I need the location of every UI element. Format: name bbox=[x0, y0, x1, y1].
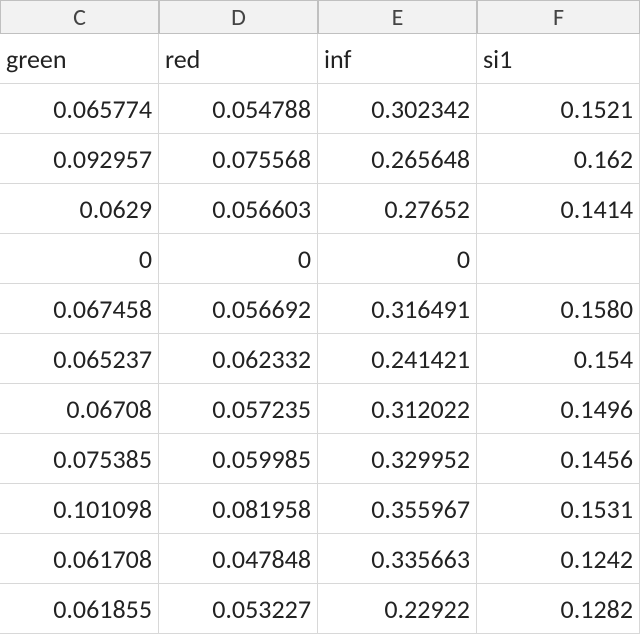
cell-C9[interactable]: 0.075385 bbox=[0, 434, 159, 484]
cell-C5[interactable]: 0 bbox=[0, 234, 159, 284]
cell-E12[interactable]: 0.22922 bbox=[318, 584, 477, 634]
cell-E10[interactable]: 0.355967 bbox=[318, 484, 477, 534]
cell-C3[interactable]: 0.092957 bbox=[0, 134, 159, 184]
column-header-E[interactable]: E bbox=[318, 0, 477, 34]
cell-E6[interactable]: 0.316491 bbox=[318, 284, 477, 334]
cell-F6[interactable]: 0.1580 bbox=[477, 284, 640, 334]
cell-D6[interactable]: 0.056692 bbox=[159, 284, 318, 334]
cell-D8[interactable]: 0.057235 bbox=[159, 384, 318, 434]
cell-D10[interactable]: 0.081958 bbox=[159, 484, 318, 534]
cell-D2[interactable]: 0.054788 bbox=[159, 84, 318, 134]
cell-E2[interactable]: 0.302342 bbox=[318, 84, 477, 134]
cell-F2[interactable]: 0.1521 bbox=[477, 84, 640, 134]
cell-D4[interactable]: 0.056603 bbox=[159, 184, 318, 234]
cell-F12[interactable]: 0.1282 bbox=[477, 584, 640, 634]
cell-F1[interactable]: si1 bbox=[477, 34, 640, 84]
cell-D3[interactable]: 0.075568 bbox=[159, 134, 318, 184]
cell-E8[interactable]: 0.312022 bbox=[318, 384, 477, 434]
cell-C7[interactable]: 0.065237 bbox=[0, 334, 159, 384]
column-header-F[interactable]: F bbox=[477, 0, 640, 34]
cell-C2[interactable]: 0.065774 bbox=[0, 84, 159, 134]
cell-F11[interactable]: 0.1242 bbox=[477, 534, 640, 584]
cell-E5[interactable]: 0 bbox=[318, 234, 477, 284]
cell-F7[interactable]: 0.154 bbox=[477, 334, 640, 384]
cell-D12[interactable]: 0.053227 bbox=[159, 584, 318, 634]
cell-D9[interactable]: 0.059985 bbox=[159, 434, 318, 484]
cell-C8[interactable]: 0.06708 bbox=[0, 384, 159, 434]
cell-E3[interactable]: 0.265648 bbox=[318, 134, 477, 184]
cell-C12[interactable]: 0.061855 bbox=[0, 584, 159, 634]
cell-F8[interactable]: 0.1496 bbox=[477, 384, 640, 434]
cell-F10[interactable]: 0.1531 bbox=[477, 484, 640, 534]
cell-E4[interactable]: 0.27652 bbox=[318, 184, 477, 234]
cell-E11[interactable]: 0.335663 bbox=[318, 534, 477, 584]
cell-E7[interactable]: 0.241421 bbox=[318, 334, 477, 384]
cell-E9[interactable]: 0.329952 bbox=[318, 434, 477, 484]
cell-C10[interactable]: 0.101098 bbox=[0, 484, 159, 534]
cell-F9[interactable]: 0.1456 bbox=[477, 434, 640, 484]
cell-C4[interactable]: 0.0629 bbox=[0, 184, 159, 234]
cell-F5[interactable] bbox=[477, 234, 640, 284]
column-header-D[interactable]: D bbox=[159, 0, 318, 34]
cell-D1[interactable]: red bbox=[159, 34, 318, 84]
cell-F3[interactable]: 0.162 bbox=[477, 134, 640, 184]
cell-D7[interactable]: 0.062332 bbox=[159, 334, 318, 384]
cell-F4[interactable]: 0.1414 bbox=[477, 184, 640, 234]
cell-D5[interactable]: 0 bbox=[159, 234, 318, 284]
cell-C11[interactable]: 0.061708 bbox=[0, 534, 159, 584]
cell-E1[interactable]: inf bbox=[318, 34, 477, 84]
cell-D11[interactable]: 0.047848 bbox=[159, 534, 318, 584]
cell-C1[interactable]: green bbox=[0, 34, 159, 84]
cell-C6[interactable]: 0.067458 bbox=[0, 284, 159, 334]
column-header-C[interactable]: C bbox=[0, 0, 159, 34]
